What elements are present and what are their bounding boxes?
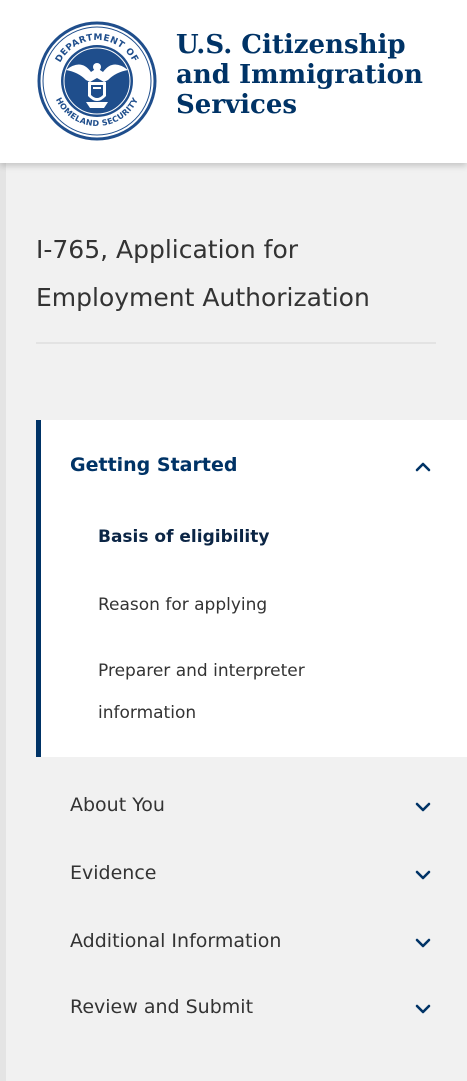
form-title: I-765, Application for Employment Author…	[36, 226, 446, 322]
nav-item-reason-for-applying[interactable]: Reason for applying	[98, 584, 267, 626]
agency-name[interactable]: U.S. Citizenship and Immigration Service…	[176, 30, 423, 120]
chevron-up-icon[interactable]	[413, 460, 433, 474]
nav-item-basis-of-eligibility[interactable]: Basis of eligibility	[98, 516, 269, 558]
nav-item-label: Basis of eligibility	[98, 527, 270, 547]
agency-name-line3: Services	[176, 90, 298, 120]
form-title-line2: Employment Authorization	[36, 283, 370, 312]
nav-item-preparer-and-interpreter[interactable]: Preparer and interpreter information	[98, 650, 305, 734]
dhs-seal-icon[interactable]: DEPARTMENT OF HOMELAND SECURITY	[36, 20, 158, 142]
chevron-down-icon[interactable]	[413, 1002, 433, 1016]
form-title-line1: I-765, Application for	[36, 235, 299, 264]
nav-section-getting-started: Getting Started Basis of eligibility Rea…	[36, 420, 467, 757]
nav-section-additional-information[interactable]: Additional Information	[70, 930, 281, 952]
chevron-down-icon[interactable]	[413, 868, 433, 882]
chevron-down-icon[interactable]	[413, 800, 433, 814]
title-divider	[36, 342, 436, 344]
nav-section-review-and-submit[interactable]: Review and Submit	[70, 996, 253, 1018]
nav-item-label-line2: information	[98, 703, 197, 723]
page-edge	[0, 163, 6, 1081]
nav-item-label-line1: Preparer and interpreter	[98, 661, 305, 681]
active-section-indicator	[36, 420, 41, 757]
chevron-down-icon[interactable]	[413, 936, 433, 950]
agency-name-line1: U.S. Citizenship	[176, 30, 406, 60]
agency-name-line2: and Immigration	[176, 60, 423, 90]
nav-item-label: Reason for applying	[98, 595, 268, 615]
site-header: DEPARTMENT OF HOMELAND SECURITY U.S. Cit…	[0, 0, 467, 163]
nav-section-getting-started-header[interactable]: Getting Started	[70, 454, 237, 476]
nav-section-evidence[interactable]: Evidence	[70, 862, 156, 884]
nav-section-about-you[interactable]: About You	[70, 794, 165, 816]
